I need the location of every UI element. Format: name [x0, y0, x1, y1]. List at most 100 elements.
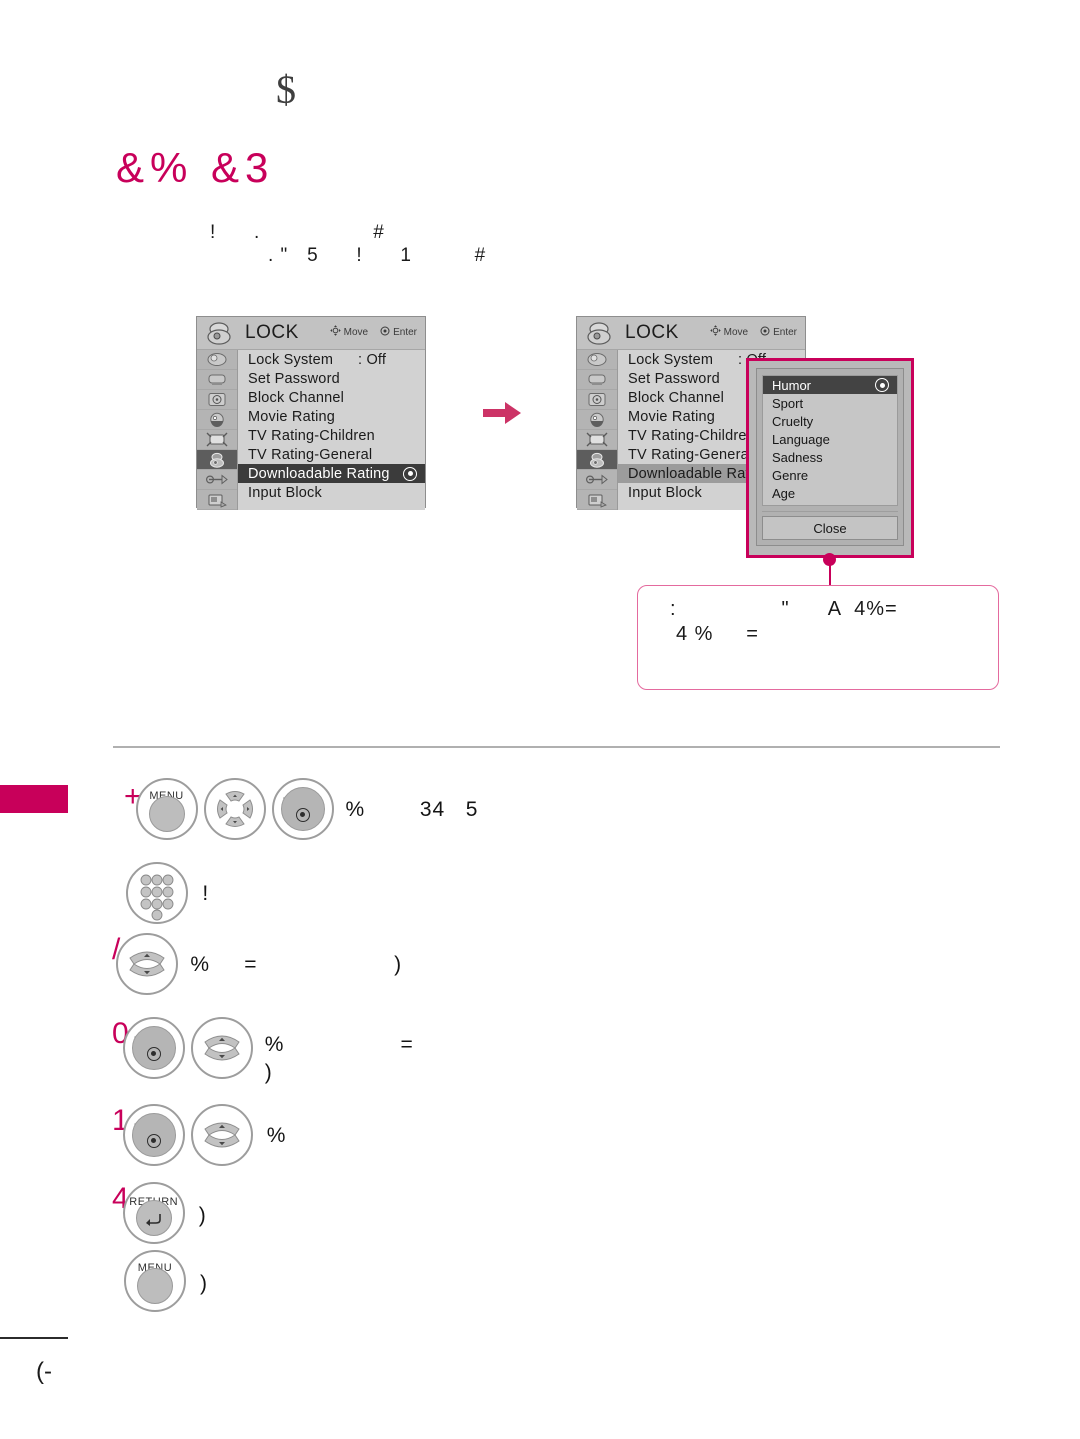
osd-title: LOCK: [245, 322, 299, 343]
menu-row-label: Lock System: [628, 351, 714, 368]
sidebar-icon-picture[interactable]: [197, 350, 237, 370]
menu-row-lock-system[interactable]: Lock System : Off: [238, 350, 425, 369]
dialog-item-humor[interactable]: Humor: [763, 376, 897, 394]
enter-button[interactable]: ENTER: [122, 1104, 185, 1166]
step-2: , !: [124, 862, 209, 924]
section-divider: [113, 746, 1000, 748]
enter-circle-icon: [380, 326, 390, 339]
menu-row-label: Movie Rating: [248, 408, 336, 425]
step-4-text-2: ): [264, 1061, 273, 1084]
dialog-item-sport[interactable]: Sport: [763, 394, 897, 412]
menu-button[interactable]: MENU: [135, 778, 198, 840]
callout-anchor-dot: [823, 553, 836, 566]
downloadable-rating-dialog: Humor Sport Cruelty Language Sadness Gen…: [746, 358, 914, 558]
step-7-text: ): [200, 1272, 208, 1295]
menu-row-tv-rating-children[interactable]: TV Rating-Children: [238, 426, 425, 445]
menu-row-label: TV Rating-Children: [628, 427, 755, 444]
dialog-item-cruelty[interactable]: Cruelty: [763, 412, 897, 430]
page-title: &% &3: [116, 144, 275, 191]
dialog-item-language[interactable]: Language: [763, 430, 897, 448]
sidebar-icon-audio[interactable]: [577, 370, 617, 390]
osd-lock-menu-primary: LOCK Move Enter Lock System: Off Set Pa…: [196, 316, 426, 510]
sidebar-icon-setup[interactable]: [197, 410, 237, 430]
menu-row-label: Input Block: [628, 484, 702, 501]
menu-row-label: Set Password: [248, 370, 340, 387]
dialog-item-label: Humor: [772, 377, 812, 393]
menu-row-label: Downloadable Rating: [248, 465, 390, 482]
hint-enter-label: Enter: [773, 326, 797, 338]
step-6-text: ): [198, 1204, 207, 1227]
sidebar-icon-time[interactable]: [197, 390, 237, 410]
sidebar-icon-lock[interactable]: [577, 450, 617, 470]
menu-button-knob: [148, 795, 185, 832]
menu-row-set-password[interactable]: Set Password: [238, 369, 425, 388]
sidebar-icon-usb[interactable]: [577, 490, 617, 510]
menu-row-block-channel[interactable]: Block Channel: [238, 388, 425, 407]
dialog-item-age[interactable]: Age: [763, 484, 897, 502]
sidebar-icon-lock[interactable]: [197, 450, 237, 470]
up-down-button[interactable]: [116, 933, 179, 995]
lock-icon: [199, 318, 239, 348]
sidebar-icon-picture[interactable]: [577, 350, 617, 370]
osd-row-list: Lock System : Off Set Password Block Cha…: [238, 350, 425, 510]
hint-move: Move: [709, 325, 748, 339]
step-1-text: % 34 5: [345, 798, 479, 821]
return-button[interactable]: RETURN: [122, 1182, 185, 1244]
dialog-item-sadness[interactable]: Sadness: [763, 448, 897, 466]
menu-row-label: Set Password: [628, 370, 720, 387]
osd-hints: Move Enter: [709, 325, 797, 339]
up-down-button[interactable]: [190, 1104, 253, 1166]
sidebar-icon-option[interactable]: [577, 430, 617, 450]
dialog-inner: Humor Sport Cruelty Language Sadness Gen…: [756, 368, 904, 546]
hint-enter: Enter: [760, 326, 797, 339]
menu-row-tv-rating-general[interactable]: TV Rating-General: [238, 445, 425, 464]
sidebar-icon-input[interactable]: [197, 470, 237, 490]
menu-row-input-block[interactable]: Input Block: [238, 483, 425, 502]
flow-arrow-icon: [483, 400, 523, 431]
osd-body: Lock System : Off Set Password Block Cha…: [197, 350, 425, 510]
menu-row-value: : Off: [358, 351, 387, 368]
enter-button[interactable]: ENTER: [122, 1017, 185, 1079]
hint-move-label: Move: [343, 326, 369, 338]
menu-row-downloadable-rating[interactable]: Downloadable Rating: [238, 464, 425, 483]
menu-row-label: TV Rating-Children: [248, 427, 375, 444]
step-2-text: !: [202, 882, 210, 905]
up-down-button[interactable]: [190, 1017, 253, 1079]
dialog-item-genre[interactable]: Genre: [763, 466, 897, 484]
menu-row-label: Input Block: [248, 484, 322, 501]
step-5-text: %: [266, 1124, 287, 1147]
enter-button-dot-icon: [295, 807, 310, 822]
step-3-text: % = ): [190, 953, 403, 976]
dpad-button[interactable]: [203, 778, 266, 840]
enter-button-dot-icon: [146, 1046, 161, 1061]
enter-button-dot-icon: [146, 1133, 161, 1148]
step-4: 0 ENTER % = ): [112, 1017, 414, 1085]
sidebar-icon-option[interactable]: [197, 430, 237, 450]
close-button[interactable]: Close: [762, 516, 898, 540]
enter-button[interactable]: ENTER: [271, 778, 334, 840]
menu-button[interactable]: MENU: [124, 1250, 186, 1312]
dpad-icon: [709, 325, 721, 339]
menu-row-label: Block Channel: [248, 389, 345, 406]
menu-row-movie-rating[interactable]: Movie Rating: [238, 407, 425, 426]
sidebar-icon-input[interactable]: [577, 470, 617, 490]
dialog-item-label: Sport: [772, 395, 804, 411]
callout-text-line-1: : " A 4%=: [670, 598, 898, 620]
sidebar-icon-usb[interactable]: [197, 490, 237, 510]
osd-header: LOCK Move Enter: [577, 317, 805, 350]
page-header-glyph: $: [276, 67, 298, 112]
sidebar-icon-setup[interactable]: [577, 410, 617, 430]
menu-row-label: Movie Rating: [628, 408, 716, 425]
lock-icon: [579, 318, 619, 348]
osd-title: LOCK: [625, 322, 679, 343]
intro-paragraph-line-2: . " 5 ! 1 #: [268, 245, 487, 266]
numeric-keypad-button[interactable]: [126, 862, 189, 924]
step-4-text: % =: [264, 1033, 414, 1056]
sidebar-icon-time[interactable]: [577, 390, 617, 410]
sidebar-icon-audio[interactable]: [197, 370, 237, 390]
menu-row-label: TV Rating-General: [248, 446, 373, 463]
menu-button-knob: [137, 1267, 173, 1304]
step-1: + MENU ENTER % 34 5: [124, 778, 478, 840]
menu-row-label: TV Rating-General: [628, 446, 753, 463]
hint-enter: Enter: [380, 326, 417, 339]
